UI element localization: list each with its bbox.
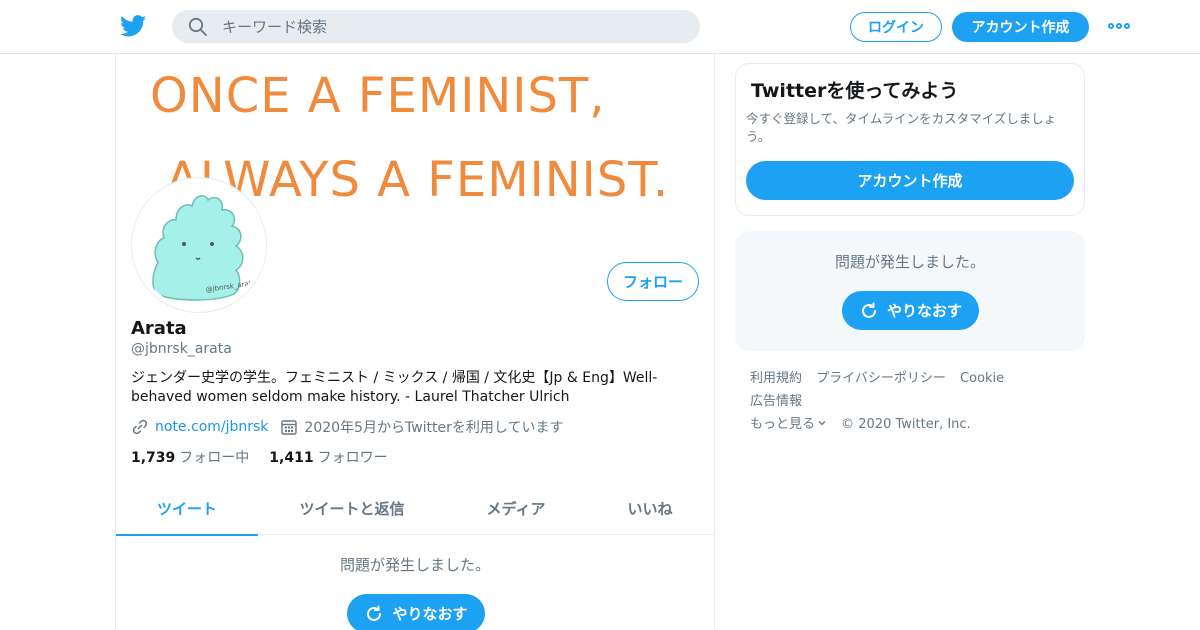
profile-tabs: ツイート ツイートと返信 メディア いいね: [116, 482, 714, 536]
footer-more-label: もっと見る: [750, 417, 816, 432]
signup-card-button[interactable]: アカウント作成: [746, 161, 1074, 200]
link-icon: [132, 419, 148, 435]
tab-media[interactable]: メディア: [446, 482, 586, 535]
tab-tweets-and-replies[interactable]: ツイートと返信: [258, 482, 446, 535]
footer-copyright: © 2020 Twitter, Inc.: [841, 417, 971, 432]
profile-stats: 1,739 フォロー中 1,411 フォロワー: [131, 447, 388, 467]
profile-link[interactable]: note.com/jbnrsk: [155, 419, 268, 435]
footer-privacy-link[interactable]: プライバシーポリシー: [816, 371, 946, 386]
refresh-icon: [367, 605, 382, 621]
footer-cookie-link[interactable]: Cookie: [960, 371, 1004, 386]
twitter-bird-icon[interactable]: [120, 14, 146, 38]
search-icon: [188, 17, 207, 36]
profile-name: Arata: [131, 318, 187, 339]
retry-label: やりなおす: [392, 605, 468, 623]
footer-ads-link[interactable]: 広告情報: [750, 394, 802, 409]
profile-column: ONCE A FEMINIST, ALWAYS A FEMINIST. @jbn…: [115, 54, 715, 630]
timeline-error-message: 問題が発生しました。: [339, 556, 490, 574]
signup-card-description: 今すぐ登録して、タイムラインをカスタマイズしましょう。: [746, 111, 1057, 144]
tab-likes[interactable]: いいね: [586, 482, 714, 535]
timeline-retry-button[interactable]: やりなおす: [347, 594, 485, 630]
footer-more-link[interactable]: もっと見る: [750, 417, 827, 432]
signup-card: Twitterを使ってみよう 今すぐ登録して、タイムラインをカスタマイズしましょ…: [735, 63, 1085, 216]
top-bar: ログイン アカウント作成: [0, 0, 1200, 54]
more-dots-icon[interactable]: [1108, 20, 1130, 32]
sidebar-error-message: 問題が発生しました。: [834, 253, 985, 271]
chevron-down-icon: [818, 421, 826, 426]
tab-tweets[interactable]: ツイート: [116, 482, 258, 536]
profile-handle: @jbnrsk_arata: [131, 341, 232, 357]
profile-bio: ジェンダー史学の学生。フェミニスト / ミックス / 帰国 / 文化史【Jp &…: [131, 370, 658, 405]
profile-meta: note.com/jbnrsk 2020年5月からTwitterを利用しています: [131, 416, 563, 438]
followers-stat[interactable]: 1,411 フォロワー: [269, 447, 387, 467]
following-count: 1,739: [131, 450, 176, 466]
search-input[interactable]: [222, 10, 682, 43]
footer-terms-link[interactable]: 利用規約: [750, 371, 802, 386]
calendar-icon: [281, 420, 298, 435]
footer: 利用規約 プライバシーポリシー Cookie 広告情報 もっと見る © 2020…: [750, 367, 1080, 436]
following-label: フォロー中: [179, 450, 250, 466]
signup-button[interactable]: アカウント作成: [952, 12, 1089, 42]
avatar-flame-character: @jbnrsk_arata: [152, 195, 256, 301]
signup-card-title: Twitterを使ってみよう: [751, 80, 959, 102]
refresh-icon: [862, 302, 876, 318]
banner-text-line-1: ONCE A FEMINIST,: [150, 68, 606, 124]
login-button[interactable]: ログイン: [850, 12, 942, 42]
followers-label: フォロワー: [317, 450, 388, 466]
followers-count: 1,411: [269, 450, 314, 466]
avatar[interactable]: @jbnrsk_arata: [132, 178, 266, 312]
following-stat[interactable]: 1,739 フォロー中: [131, 447, 249, 467]
sidebar-error-card: 問題が発生しました。 やりなおす: [735, 231, 1085, 351]
profile-joined-date: 2020年5月からTwitterを利用しています: [304, 420, 564, 436]
sidebar-retry-button[interactable]: やりなおす: [842, 291, 979, 330]
retry-label: やりなおす: [886, 302, 962, 320]
search-box[interactable]: [172, 10, 700, 43]
follow-button[interactable]: フォロー: [607, 262, 699, 301]
